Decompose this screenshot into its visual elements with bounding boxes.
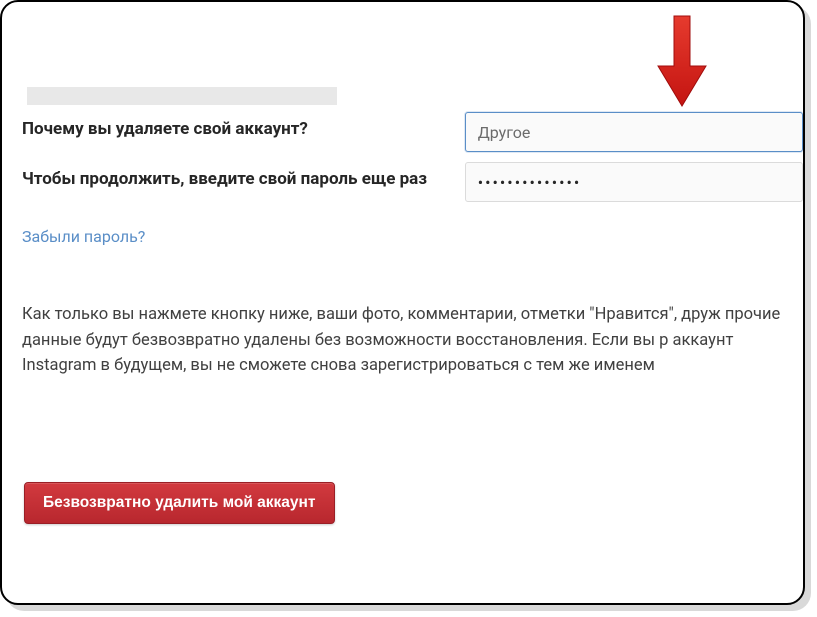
delete-account-frame: Почему вы удаляете свой аккаунт? Другое … [0,0,805,605]
password-label: Чтобы продолжить, введите свой пароль ещ… [22,162,465,192]
reason-row: Почему вы удаляете свой аккаунт? Другое [22,112,803,152]
password-value: •••••••••••••• [478,173,582,192]
redacted-bar [27,87,337,105]
forgot-password-link[interactable]: Забыли пароль? [22,227,145,246]
password-input[interactable]: •••••••••••••• [465,162,803,202]
reason-select-value: Другое [478,123,531,142]
cutoff-top-text [452,2,803,32]
reason-select[interactable]: Другое [465,112,803,152]
warning-text: Как только вы нажмете кнопку ниже, ваши … [22,302,803,379]
password-row: Чтобы продолжить, введите свой пароль ещ… [22,162,803,202]
reason-label: Почему вы удаляете свой аккаунт? [22,112,465,142]
delete-account-button[interactable]: Безвозвратно удалить мой аккаунт [24,482,335,524]
